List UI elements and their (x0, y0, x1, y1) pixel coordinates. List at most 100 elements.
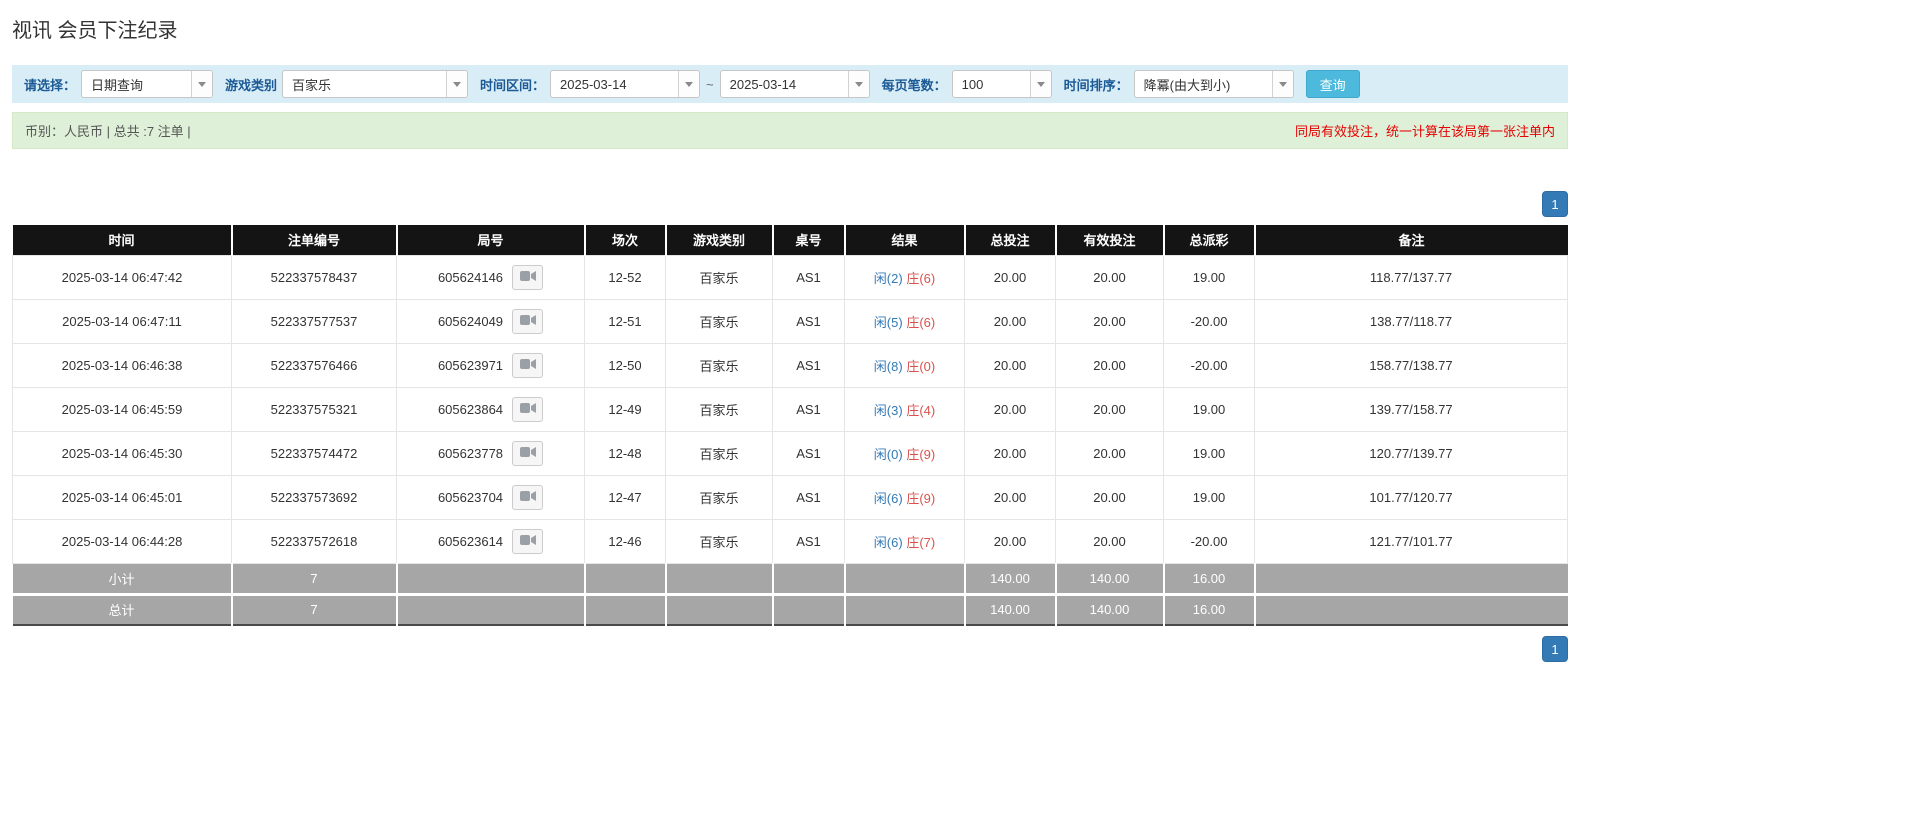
date-from-input[interactable]: 2025-03-14 (550, 70, 700, 98)
video-camera-icon (520, 490, 536, 505)
cell-game-type: 百家乐 (666, 343, 773, 387)
cell-valid-bet: 20.00 (1056, 255, 1164, 299)
result-banker: 庄(9) (906, 447, 935, 462)
subtotal-payout: 16.00 (1164, 563, 1255, 594)
bet-records-table: 时间注单编号局号场次游戏类别桌号结果总投注有效投注总派彩备注 2025-03-1… (12, 225, 1568, 626)
video-replay-button[interactable] (512, 265, 543, 290)
cell-valid-bet: 20.00 (1056, 387, 1164, 431)
column-header: 有效投注 (1056, 225, 1164, 255)
result-player: 闲(3) (874, 403, 903, 418)
cell-result: 闲(3) 庄(4) (845, 387, 965, 431)
chevron-down-icon[interactable] (678, 71, 699, 97)
cell-session: 12-51 (585, 299, 666, 343)
video-replay-button[interactable] (512, 353, 543, 378)
subtotal-label: 小计 (13, 563, 232, 594)
video-replay-button[interactable] (512, 485, 543, 510)
result-banker: 庄(6) (906, 315, 935, 330)
game-type-label: 游戏类别 (225, 75, 277, 94)
cell-total-bet: 20.00 (965, 475, 1056, 519)
round-id-text: 605623971 (438, 358, 503, 373)
video-replay-button[interactable] (512, 309, 543, 334)
sort-order-value: 降冪(由大到小) (1135, 75, 1272, 94)
cell-time: 2025-03-14 06:44:28 (13, 519, 232, 563)
empty-cell (585, 563, 666, 594)
cell-game-type: 百家乐 (666, 519, 773, 563)
cell-result: 闲(6) 庄(9) (845, 475, 965, 519)
cell-bet-id: 522337575321 (232, 387, 397, 431)
empty-cell (397, 594, 585, 625)
cell-round-id: 605623864 (397, 387, 585, 431)
game-type-select[interactable]: 百家乐 (282, 70, 468, 98)
cell-round-id: 605623778 (397, 431, 585, 475)
cell-time: 2025-03-14 06:47:11 (13, 299, 232, 343)
column-header: 总派彩 (1164, 225, 1255, 255)
empty-cell (773, 594, 845, 625)
page-size-value: 100 (953, 77, 1030, 92)
cell-note: 118.77/137.77 (1255, 255, 1568, 299)
cell-note: 158.77/138.77 (1255, 343, 1568, 387)
chevron-down-icon[interactable] (1272, 71, 1293, 97)
page-size-select[interactable]: 100 (952, 70, 1052, 98)
subtotal-total-bet: 140.00 (965, 563, 1056, 594)
page-1-button[interactable]: 1 (1542, 636, 1568, 662)
cell-bet-id: 522337573692 (232, 475, 397, 519)
empty-cell (666, 594, 773, 625)
cell-session: 12-52 (585, 255, 666, 299)
video-replay-button[interactable] (512, 441, 543, 466)
cell-valid-bet: 20.00 (1056, 475, 1164, 519)
total-valid-bet: 140.00 (1056, 594, 1164, 625)
cell-table-no: AS1 (773, 519, 845, 563)
cell-payout: -20.00 (1164, 519, 1255, 563)
cell-note: 121.77/101.77 (1255, 519, 1568, 563)
empty-cell (845, 563, 965, 594)
video-camera-icon (520, 402, 536, 417)
video-camera-icon (520, 446, 536, 461)
empty-cell (666, 563, 773, 594)
column-header: 结果 (845, 225, 965, 255)
empty-cell (397, 563, 585, 594)
chevron-down-icon[interactable] (848, 71, 869, 97)
total-payout: 16.00 (1164, 594, 1255, 625)
cell-payout: -20.00 (1164, 343, 1255, 387)
cell-bet-id: 522337576466 (232, 343, 397, 387)
table-summary: 小计 7 140.00 140.00 16.00 总计 7 1 (13, 563, 1568, 625)
empty-cell (1255, 563, 1568, 594)
round-id-text: 605623778 (438, 446, 503, 461)
chevron-down-icon[interactable] (191, 71, 212, 97)
result-banker: 庄(7) (906, 535, 935, 550)
page-size-label: 每页笔数： (882, 75, 947, 94)
summary-bar: 币别：人民币 | 总共 :7 注单 | 同局有效投注，统一计算在该局第一张注单内 (12, 112, 1568, 149)
cell-table-no: AS1 (773, 387, 845, 431)
chevron-down-icon[interactable] (1030, 71, 1051, 97)
filter-bar: 请选择： 日期查询 游戏类别 百家乐 时间区间： 2025-03-14 ~ 20… (12, 65, 1568, 103)
table-row: 2025-03-14 06:45:01522337573692605623704… (13, 475, 1568, 519)
page-1-button[interactable]: 1 (1542, 191, 1568, 217)
chevron-down-icon[interactable] (446, 71, 467, 97)
empty-cell (773, 563, 845, 594)
video-replay-button[interactable] (512, 397, 543, 422)
cell-time: 2025-03-14 06:46:38 (13, 343, 232, 387)
table-row: 2025-03-14 06:47:42522337578437605624146… (13, 255, 1568, 299)
cell-session: 12-47 (585, 475, 666, 519)
date-range-separator: ~ (706, 77, 714, 92)
video-replay-button[interactable] (512, 529, 543, 554)
date-type-value: 日期查询 (82, 75, 191, 94)
sort-order-select[interactable]: 降冪(由大到小) (1134, 70, 1294, 98)
cell-note: 120.77/139.77 (1255, 431, 1568, 475)
empty-cell (585, 594, 666, 625)
cell-game-type: 百家乐 (666, 255, 773, 299)
result-banker: 庄(9) (906, 491, 935, 506)
cell-bet-id: 522337574472 (232, 431, 397, 475)
cell-total-bet: 20.00 (965, 431, 1056, 475)
cell-round-id: 605623614 (397, 519, 585, 563)
cell-session: 12-48 (585, 431, 666, 475)
empty-cell (845, 594, 965, 625)
content-area: 视讯 会员下注纪录 请选择： 日期查询 游戏类别 百家乐 时间区间： 2025-… (12, 0, 1568, 662)
table-row: 2025-03-14 06:44:28522337572618605623614… (13, 519, 1568, 563)
search-button[interactable]: 查询 (1306, 70, 1360, 98)
date-to-input[interactable]: 2025-03-14 (720, 70, 870, 98)
cell-time: 2025-03-14 06:45:30 (13, 431, 232, 475)
date-type-select[interactable]: 日期查询 (81, 70, 213, 98)
cell-table-no: AS1 (773, 255, 845, 299)
video-camera-icon (520, 358, 536, 373)
